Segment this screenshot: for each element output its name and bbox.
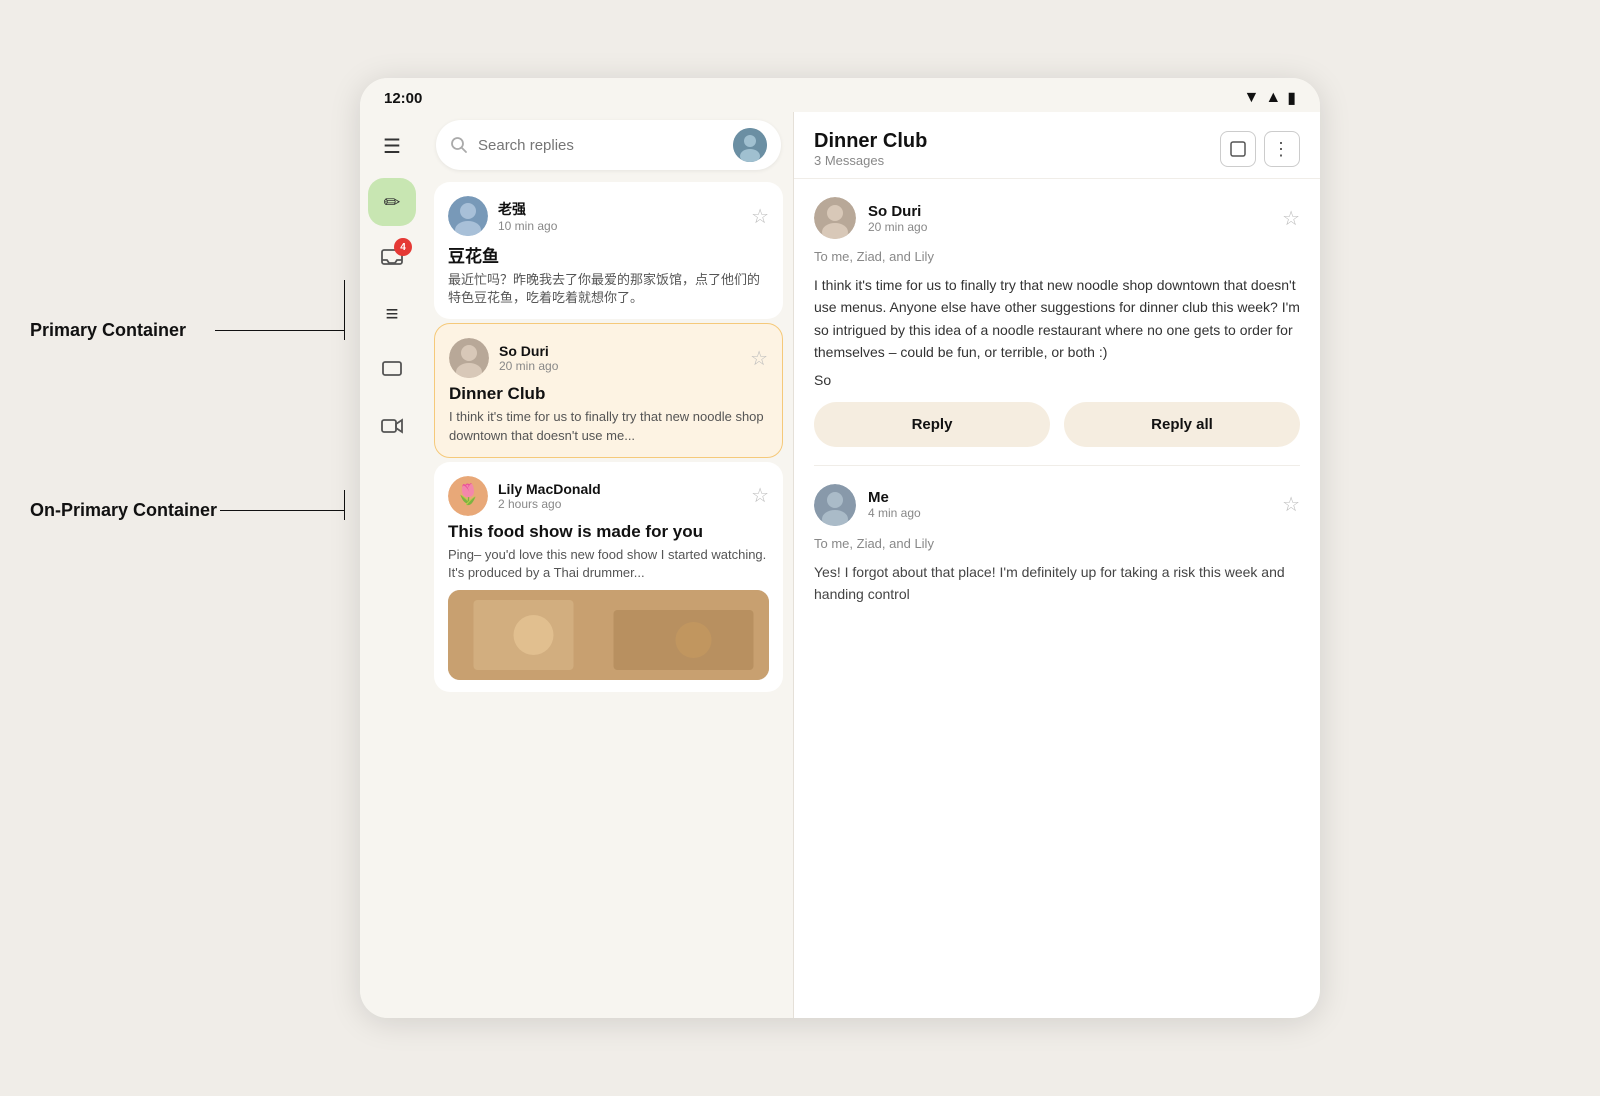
msg-to-1: To me, Ziad, and Lily [814,249,1300,264]
email-meta-2: So Duri 20 min ago [499,343,740,373]
detail-title: Dinner Club [814,130,1210,153]
email-meta-1: 老强 10 min ago [498,199,741,233]
annotation-onprimary-line-v [344,490,345,520]
device-frame: 12:00 ▼ ▲ ▮ ☰ ✏ [360,78,1320,1018]
hamburger-icon: ☰ [383,134,401,159]
msg-avatar-1 [814,197,856,239]
detail-header: Dinner Club 3 Messages ⋮ [794,112,1320,179]
status-time: 12:00 [384,90,422,107]
email-sender-1: 老强 [498,199,741,219]
msg-time-2: 4 min ago [868,506,1270,520]
email-avatar-1 [448,196,488,236]
detail-message-count: 3 Messages [814,153,1210,168]
status-icons: ▼ ▲ ▮ [1244,88,1297,108]
msg-time-1: 20 min ago [868,220,1270,234]
chat-svg-icon [380,358,404,382]
email-list-panel: 老强 10 min ago ☆ 豆花鱼 最近忙吗？昨晚我去了你最爱的那家饭馆，点… [424,112,794,1018]
msg-meta-2: Me 4 min ago [868,489,1270,520]
more-dots-icon: ⋮ [1272,139,1292,160]
sidebar-compose-icon[interactable]: ✏ [368,178,416,226]
email-preview-3: Ping– you'd love this new food show I st… [448,546,769,582]
email-avatar-3: 🌷 [448,476,488,516]
detail-more-button[interactable]: ⋮ [1264,131,1300,167]
msg-body-2: Yes! I forgot about that place! I'm defi… [814,561,1300,606]
detail-messages: So Duri 20 min ago ☆ To me, Ziad, and Li… [794,179,1320,1018]
email-sender-3: Lily MacDonald [498,481,741,497]
search-icon [450,136,468,154]
msg-body-1: I think it's time for us to finally try … [814,274,1300,364]
msg-signature-1: So [814,372,1300,388]
email-item-2[interactable]: So Duri 20 min ago ☆ Dinner Club I think… [434,323,783,457]
expand-icon [1230,141,1246,157]
star-button-1[interactable]: ☆ [751,204,769,229]
list-icon: ≡ [386,301,399,327]
email-items-list: 老强 10 min ago ☆ 豆花鱼 最近忙吗？昨晚我去了你最爱的那家饭馆，点… [424,178,793,1018]
page-wrapper: Primary Container On-Primary Container 1… [0,0,1600,1096]
annotation-onprimary-line-h [220,510,345,511]
star-button-2[interactable]: ☆ [750,346,768,371]
email-sender-2: So Duri [499,343,740,359]
video-svg-icon [380,414,404,438]
battery-icon: ▮ [1287,88,1296,108]
detail-panel: Dinner Club 3 Messages ⋮ [794,112,1320,1018]
annotation-primary-label: Primary Container [30,320,186,341]
email-time-1: 10 min ago [498,219,741,233]
detail-header-icons: ⋮ [1220,131,1300,167]
reply-all-button[interactable]: Reply all [1064,402,1300,447]
detail-title-block: Dinner Club 3 Messages [814,130,1210,168]
msg-star-button-1[interactable]: ☆ [1282,206,1300,231]
msg-meta-1: So Duri 20 min ago [868,203,1270,234]
sidebar-inbox-icon[interactable]: 4 [368,234,416,282]
search-bar[interactable] [436,120,781,170]
email-preview-1: 最近忙吗？昨晚我去了你最爱的那家饭馆，点了他们的特色豆花鱼，吃着吃着就想你了。 [448,271,769,307]
email-meta-3: Lily MacDonald 2 hours ago [498,481,741,511]
search-input[interactable] [478,137,723,154]
email-preview-2: I think it's time for us to finally try … [449,408,768,444]
status-bar: 12:00 ▼ ▲ ▮ [360,78,1320,112]
user-avatar-icon [733,128,767,162]
msg-star-button-2[interactable]: ☆ [1282,492,1300,517]
annotation-onprimary-label: On-Primary Container [30,500,217,521]
msg-to-2: To me, Ziad, and Lily [814,536,1300,551]
email-time-3: 2 hours ago [498,497,741,511]
email-time-2: 20 min ago [499,359,740,373]
pencil-icon: ✏ [384,190,401,215]
annotation-primary-line-h [215,330,345,331]
email-thumbnail-3 [448,590,769,680]
msg-sender-1: So Duri [868,203,1270,220]
sidebar: ☰ ✏ 4 ≡ [360,112,424,1018]
msg-sender-2: Me [868,489,1270,506]
email-subject-3: This food show is made for you [448,522,769,542]
email-item-1[interactable]: 老强 10 min ago ☆ 豆花鱼 最近忙吗？昨晚我去了你最爱的那家饭馆，点… [434,182,783,319]
signal-icon: ▲ [1265,89,1281,107]
sidebar-list-icon[interactable]: ≡ [368,290,416,338]
message-card-2: Me 4 min ago ☆ To me, Ziad, and Lily Yes… [814,466,1300,616]
email-subject-2: Dinner Club [449,384,768,404]
sidebar-video-icon[interactable] [368,402,416,450]
email-subject-1: 豆花鱼 [448,242,769,267]
msg-avatar-2 [814,484,856,526]
email-item-3[interactable]: 🌷 Lily MacDonald 2 hours ago ☆ This food… [434,462,783,692]
inbox-badge: 4 [394,238,412,256]
svg-text:🌷: 🌷 [456,482,481,506]
reply-actions: Reply Reply all [814,388,1300,451]
detail-expand-button[interactable] [1220,131,1256,167]
reply-button[interactable]: Reply [814,402,1050,447]
main-layout: ☰ ✏ 4 ≡ [360,112,1320,1018]
star-button-3[interactable]: ☆ [751,483,769,508]
search-avatar [733,128,767,162]
email-avatar-2 [449,338,489,378]
wifi-icon: ▼ [1244,89,1260,107]
sidebar-menu-icon[interactable]: ☰ [368,122,416,170]
annotation-primary-line-v [344,280,345,340]
message-card-1: So Duri 20 min ago ☆ To me, Ziad, and Li… [814,179,1300,466]
sidebar-chat-icon[interactable] [368,346,416,394]
